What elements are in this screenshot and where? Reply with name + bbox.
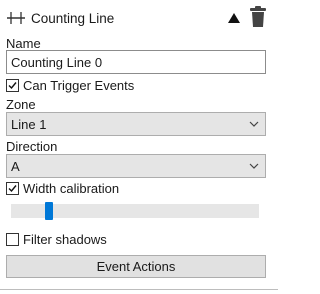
panel-title: Counting Line — [31, 11, 115, 26]
direction-label: Direction — [6, 139, 58, 154]
zone-select[interactable]: Line 1 — [6, 112, 266, 136]
filter-shadows-label: Filter shadows — [23, 232, 107, 247]
can-trigger-events-label: Can Trigger Events — [23, 78, 135, 93]
width-calibration-slider[interactable] — [11, 202, 259, 220]
name-label: Name — [6, 36, 41, 51]
checkbox-box[interactable] — [6, 79, 19, 92]
slider-thumb[interactable] — [45, 202, 53, 220]
counting-line-panel: Counting Line Name Can Trigger Events Zo… — [0, 0, 278, 294]
name-field[interactable] — [6, 50, 266, 74]
zone-label: Zone — [6, 97, 36, 112]
width-calibration-label: Width calibration — [23, 181, 120, 196]
direction-selected-value: A — [11, 159, 20, 174]
trash-icon — [250, 6, 266, 27]
event-actions-button[interactable]: Event Actions — [6, 255, 266, 278]
checkmark-icon — [8, 185, 17, 193]
checkmark-icon — [8, 82, 17, 90]
checkbox-box[interactable] — [6, 182, 19, 195]
collapse-button[interactable] — [227, 12, 241, 24]
delete-button[interactable] — [249, 6, 267, 28]
triangle-up-icon — [228, 13, 240, 23]
chevron-down-icon — [249, 121, 259, 127]
divider — [0, 289, 278, 290]
chevron-down-icon — [249, 163, 259, 169]
direction-select[interactable]: A — [6, 154, 266, 178]
panel-header: Counting Line — [6, 6, 270, 30]
checkbox-box[interactable] — [6, 233, 19, 246]
line-tool-icon — [6, 9, 26, 27]
zone-selected-value: Line 1 — [11, 117, 47, 132]
